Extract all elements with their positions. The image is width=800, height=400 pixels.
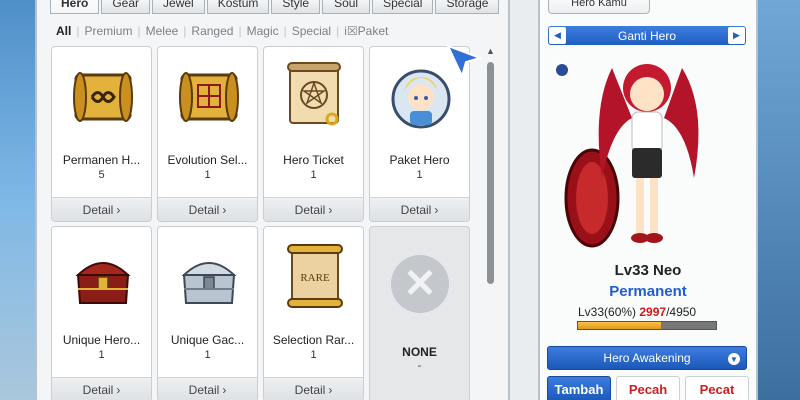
empty-x-icon: ✕: [391, 255, 449, 313]
scroll-pentagram-icon: [287, 62, 341, 126]
detail-label: Detail: [294, 382, 326, 397]
silver-chest-icon: [181, 262, 237, 304]
tab-special[interactable]: Special: [372, 0, 434, 14]
item-count: -: [417, 360, 422, 372]
item-name: NONE: [402, 345, 437, 359]
pecat-button[interactable]: Pecat: [685, 376, 749, 400]
item-card[interactable]: RARE Selection Rar... 1 Detail ›: [263, 226, 364, 400]
detail-label: Detail: [188, 382, 220, 397]
detail-button[interactable]: Detail ›: [52, 377, 151, 400]
tab-gear[interactable]: Gear: [101, 0, 151, 14]
hero-portrait-icon: [391, 69, 451, 129]
item-card[interactable]: Unique Gac... 1 Detail ›: [157, 226, 258, 400]
svg-text:RARE: RARE: [300, 272, 330, 284]
chevron-right-icon: ›: [222, 382, 227, 397]
mouse-cursor-icon: [446, 44, 482, 79]
detail-button[interactable]: Detail ›: [52, 197, 151, 221]
hero-character-image: [554, 62, 699, 248]
detail-label: Detail: [82, 382, 114, 397]
item-card[interactable]: Unique Hero... 1 Detail ›: [51, 226, 152, 400]
exp-prefix: Lv33(60%): [578, 305, 637, 319]
detail-label: Detail: [400, 202, 432, 217]
exp-bar-fill: [578, 322, 662, 329]
detail-button[interactable]: Detail ›: [370, 197, 469, 221]
item-grid: Permanen H... 5 Detail › Evolution Sel...…: [51, 46, 481, 400]
detail-label: Detail: [294, 202, 326, 217]
exp-text: Lv33(60%) 2997/4950: [578, 305, 696, 319]
filter-melee[interactable]: Melee: [146, 24, 179, 38]
filter-bar: All | Premium | Melee | Ranged | Magic | Spec…: [56, 24, 389, 38]
filter-ranged[interactable]: Ranged: [191, 24, 233, 38]
prev-hero-icon[interactable]: ◀: [549, 27, 566, 44]
item-card[interactable]: Permanen H... 5 Detail ›: [51, 46, 152, 222]
detail-button[interactable]: Detail ›: [158, 197, 257, 221]
hero-type: Permanent: [609, 283, 687, 300]
scrollbar[interactable]: ▲: [484, 46, 496, 396]
item-name: Paket Hero: [389, 153, 450, 167]
tambah-button[interactable]: Tambah: [547, 376, 611, 400]
item-name: Selection Rar...: [272, 333, 355, 347]
scroll-rare-icon: RARE: [287, 244, 343, 308]
tab-jewel[interactable]: Jewel: [152, 0, 205, 14]
detail-button[interactable]: Detail ›: [158, 377, 257, 400]
scroll-grid-icon: [179, 72, 239, 122]
scroll-up-icon[interactable]: ▲: [486, 46, 495, 56]
scroll-infinity-icon: [73, 72, 133, 122]
item-card[interactable]: Hero Ticket 1 Detail ›: [263, 46, 364, 222]
item-count: 1: [310, 349, 317, 361]
exp-current: 2997: [639, 305, 667, 319]
red-chest-icon: [75, 262, 131, 304]
exp-total: /4950: [666, 305, 697, 319]
item-count: 1: [204, 169, 211, 181]
item-name: Unique Hero...: [62, 333, 141, 347]
chevron-right-icon: ›: [116, 382, 121, 397]
item-count: 1: [204, 349, 211, 361]
chevron-right-icon: ›: [328, 382, 333, 397]
detail-label: Detail: [188, 202, 220, 217]
item-count: 1: [310, 169, 317, 181]
chevron-right-icon: ›: [434, 202, 439, 217]
filter-premium[interactable]: Premium: [84, 24, 132, 38]
item-name: Unique Gac...: [170, 333, 245, 347]
tab-storage[interactable]: Storage: [435, 0, 500, 14]
filter-special[interactable]: Special: [292, 24, 331, 38]
hero-awakening-label: Hero Awakening: [603, 351, 691, 365]
scroll-thumb[interactable]: [487, 62, 494, 284]
next-hero-icon[interactable]: ▶: [728, 27, 745, 44]
item-name: Evolution Sel...: [167, 153, 248, 167]
chevron-down-icon: ▼: [728, 353, 740, 365]
chevron-right-icon: ›: [222, 202, 227, 217]
item-count: 1: [416, 169, 423, 181]
tab-hero[interactable]: Hero: [50, 0, 100, 14]
tab-hero-kamu[interactable]: Hero Kamu: [548, 0, 650, 14]
tab-kostum[interactable]: Kostum: [206, 0, 270, 14]
hero-level: Lv33 Neo: [614, 262, 682, 279]
tab-style[interactable]: Style: [271, 0, 321, 14]
filter-paket[interactable]: i☒Paket: [344, 24, 388, 38]
detail-button[interactable]: Detail ›: [264, 377, 363, 400]
detail-button[interactable]: Detail ›: [264, 197, 363, 221]
switch-hero-label: Ganti Hero: [617, 28, 677, 43]
chevron-right-icon: ›: [328, 202, 333, 217]
switch-hero-bar: ◀ Ganti Hero ▶: [548, 26, 746, 45]
item-name: Permanen H...: [62, 153, 141, 167]
item-count: 5: [98, 169, 105, 181]
chevron-right-icon: ›: [116, 202, 121, 217]
item-card[interactable]: Evolution Sel... 1 Detail ›: [157, 46, 258, 222]
item-card-empty: ✕ NONE -: [369, 226, 470, 400]
hero-awakening-dropdown[interactable]: Hero Awakening ▼: [547, 346, 747, 370]
exp-bar: [577, 321, 717, 330]
detail-label: Detail: [82, 202, 114, 217]
pecah-button[interactable]: Pecah: [616, 376, 680, 400]
item-count: 1: [98, 349, 105, 361]
inventory-tabs: Hero Gear Jewel Kostum Style Soul Specia…: [50, 0, 500, 14]
hero-action-buttons: Tambah Pecah Pecat: [547, 376, 749, 400]
filter-magic[interactable]: Magic: [247, 24, 279, 38]
tab-soul[interactable]: Soul: [322, 0, 371, 14]
item-name: Hero Ticket: [283, 153, 344, 167]
filter-all[interactable]: All: [56, 24, 71, 38]
